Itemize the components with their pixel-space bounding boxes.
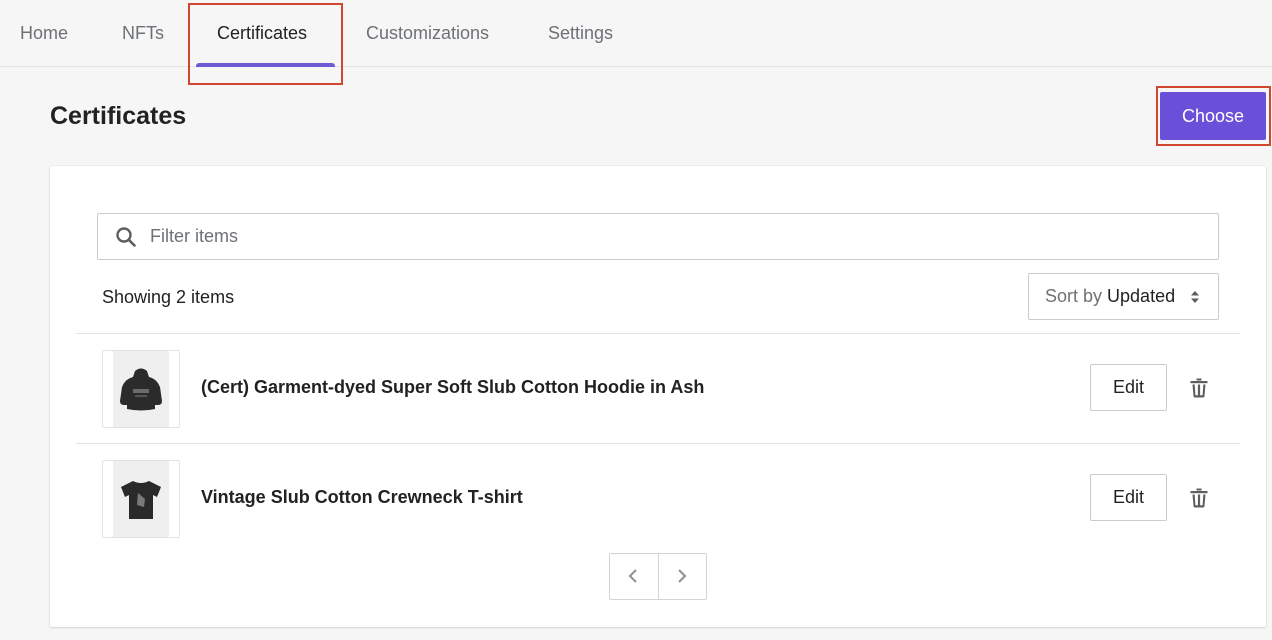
previous-page-button[interactable] <box>610 554 658 599</box>
hoodie-image <box>102 350 180 428</box>
hoodie-icon <box>120 368 162 411</box>
sort-arrows-icon <box>1191 291 1199 303</box>
filter-input[interactable] <box>150 214 1200 259</box>
choose-button[interactable]: Choose <box>1160 92 1266 140</box>
edit-button[interactable]: Edit <box>1090 364 1167 411</box>
tab-settings[interactable]: Settings <box>548 0 613 67</box>
active-tab-indicator <box>196 63 335 67</box>
tab-nfts[interactable]: NFTs <box>122 0 164 67</box>
item-title[interactable]: Vintage Slub Cotton Crewneck T-shirt <box>201 487 523 508</box>
certificates-card: Showing 2 items Sort by Updated (Cert) G… <box>50 166 1266 627</box>
tab-home[interactable]: Home <box>20 0 68 67</box>
tab-certificates[interactable]: Certificates <box>217 0 307 67</box>
filter-field[interactable] <box>97 213 1219 260</box>
page-title: Certificates <box>50 102 187 130</box>
trash-icon[interactable] <box>1190 488 1208 508</box>
sort-label: Sort by <box>1045 286 1108 306</box>
sort-value: Updated <box>1107 286 1176 306</box>
trash-icon[interactable] <box>1190 378 1208 398</box>
top-nav: Home NFTs Certificates Customizations Se… <box>0 0 1272 67</box>
tshirt-icon <box>121 481 161 519</box>
edit-button[interactable]: Edit <box>1090 474 1167 521</box>
search-icon <box>116 227 136 247</box>
list-item: (Cert) Garment-dyed Super Soft Slub Cott… <box>76 334 1240 444</box>
sort-select[interactable]: Sort by Updated <box>1028 273 1219 320</box>
tab-customizations[interactable]: Customizations <box>366 0 489 67</box>
item-title[interactable]: (Cert) Garment-dyed Super Soft Slub Cott… <box>201 377 704 398</box>
list-item: Vintage Slub Cotton Crewneck T-shirt Edi… <box>76 444 1240 554</box>
item-count: Showing 2 items <box>102 287 235 307</box>
next-page-button[interactable] <box>659 554 707 599</box>
pagination <box>609 553 707 600</box>
chevron-right-icon <box>678 569 687 583</box>
tshirt-image <box>102 460 180 538</box>
chevron-left-icon <box>628 569 637 583</box>
